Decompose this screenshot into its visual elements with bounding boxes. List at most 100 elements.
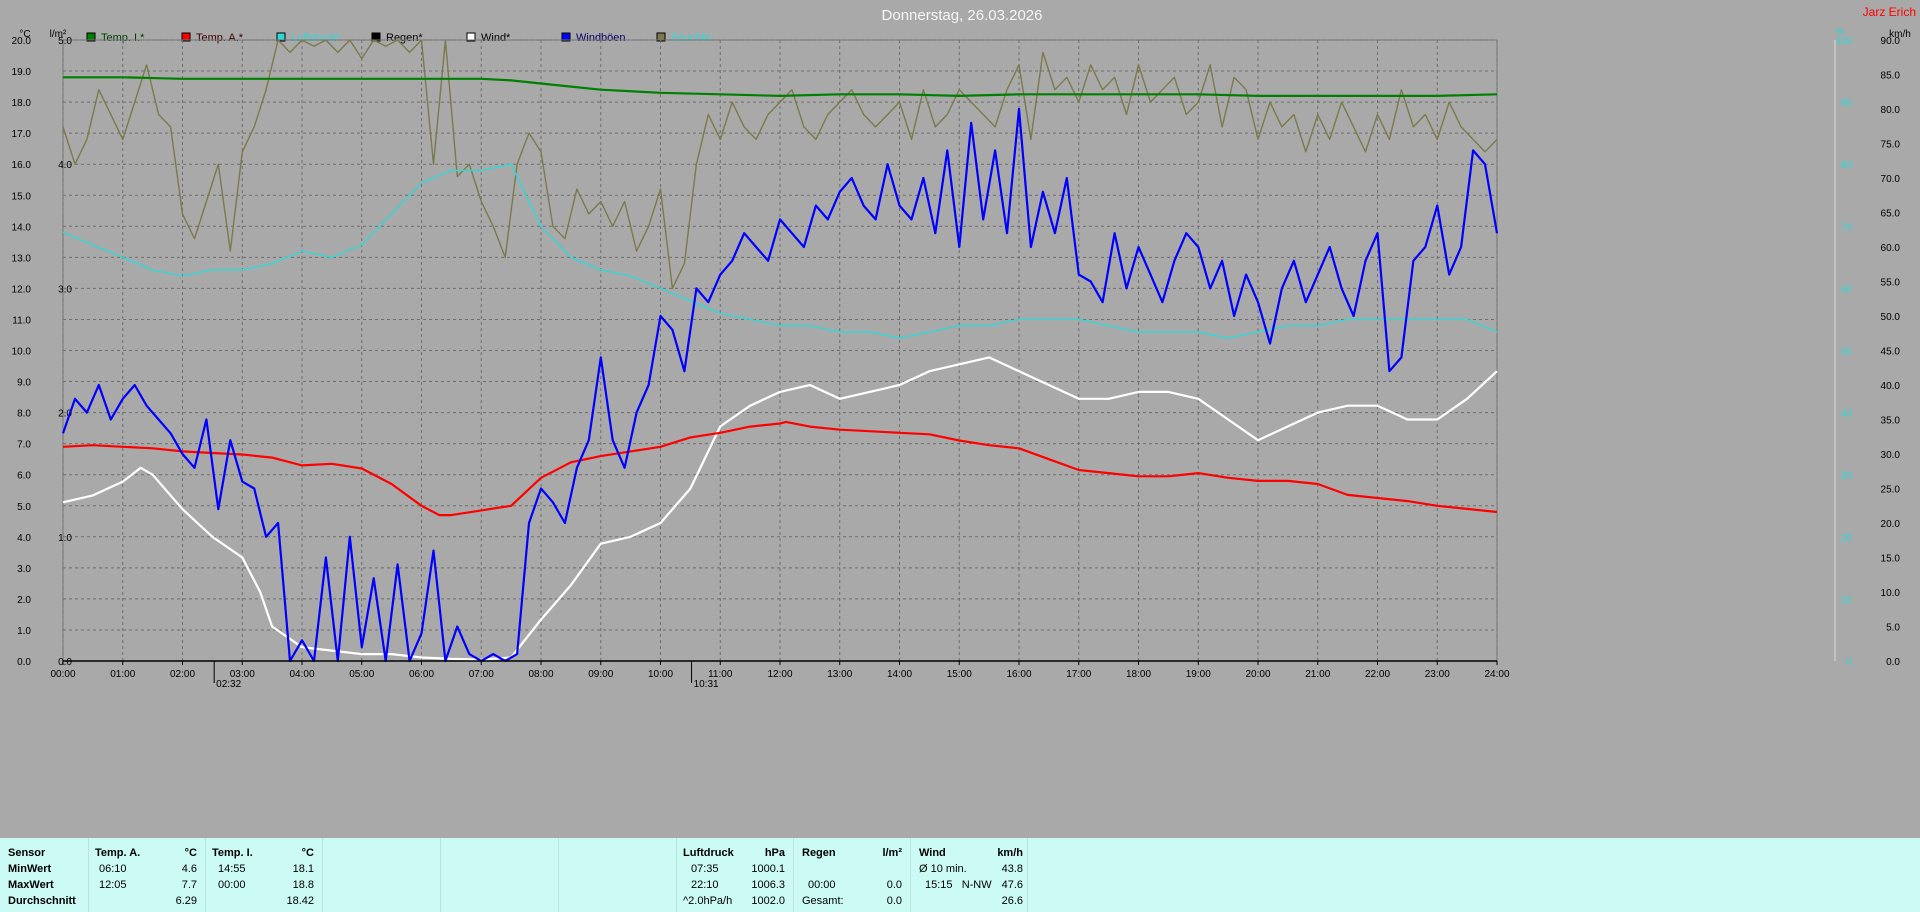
x-tick-label: 12:00 xyxy=(767,669,792,680)
summary-regen-max-value: 0.0 xyxy=(886,879,902,891)
temp-tick-label: 20.0 xyxy=(12,36,32,47)
temp-tick-label: 14.0 xyxy=(12,222,32,233)
x-tick-label: 24:00 xyxy=(1484,669,1509,680)
time-marker-label: 10:31 xyxy=(694,679,719,690)
wind-tick-label: 60.0 xyxy=(1881,243,1901,254)
summary-header-luftdruck: Luftdruck xyxy=(683,847,734,859)
summary-col-wind: Wind km/h Ø 10 min. 43.8 15:15 N-NW 47.6 26… xyxy=(911,838,1028,912)
summary-unit-luftdruck: hPa xyxy=(764,847,785,859)
summary-table: Sensor MinWert MaxWert Durchschnitt Temp… xyxy=(0,838,1920,912)
temp-tick-label: 18.0 xyxy=(12,98,32,109)
author-label: Jarz Erich xyxy=(1863,5,1916,19)
temp-tick-label: 11.0 xyxy=(12,315,31,326)
summary-luftdruck-avg-value: 1002.0 xyxy=(751,895,785,907)
percent-tick-label: 100 xyxy=(1835,36,1852,47)
rain-tick-label: 4.0 xyxy=(58,160,72,171)
x-tick-label: 23:00 xyxy=(1425,669,1450,680)
summary-temp-i-avg-value: 18.42 xyxy=(286,895,314,907)
x-tick-label: 22:00 xyxy=(1365,669,1390,680)
x-tick-label: 10:00 xyxy=(648,669,673,680)
summary-regen-total-value: 0.0 xyxy=(886,895,902,907)
percent-tick-label: 40 xyxy=(1841,409,1853,420)
percent-tick-label: 70 xyxy=(1841,222,1853,233)
summary-header-temp-i: Temp. I. xyxy=(212,847,253,859)
x-tick-label: 07:00 xyxy=(469,669,494,680)
x-tick-label: 01:00 xyxy=(110,669,135,680)
x-tick-label: 20:00 xyxy=(1245,669,1270,680)
summary-temp-a-min-value: 4.6 xyxy=(181,863,197,875)
summary-unit-temp-a: °C xyxy=(184,847,197,859)
summary-unit-wind: km/h xyxy=(997,847,1023,859)
wind-tick-label: 0.0 xyxy=(1886,657,1900,668)
temp-tick-label: 12.0 xyxy=(12,284,32,295)
wind-tick-label: 20.0 xyxy=(1881,519,1901,530)
wind-tick-label: 75.0 xyxy=(1881,140,1901,151)
summary-label-avg: Durchschnitt xyxy=(8,895,76,907)
x-tick-label: 18:00 xyxy=(1126,669,1151,680)
temp-tick-label: 6.0 xyxy=(17,471,31,482)
legend-label: Regen* xyxy=(386,32,423,44)
legend-label: Luftdruck* xyxy=(291,32,341,44)
summary-header-temp-a: Temp. A. xyxy=(95,847,141,859)
wind-tick-label: 5.0 xyxy=(1886,623,1900,634)
temp-tick-label: 16.0 xyxy=(12,160,32,171)
temp-tick-label: 5.0 xyxy=(17,502,31,513)
summary-wind-avg-value: 26.6 xyxy=(1001,895,1023,907)
legend-label: Temp. A.* xyxy=(196,32,244,44)
x-tick-label: 14:00 xyxy=(887,669,912,680)
temp-tick-label: 1.0 xyxy=(17,626,31,637)
temp-tick-label: 0.0 xyxy=(17,657,31,668)
summary-col-empty-3 xyxy=(559,838,677,912)
wind-tick-label: 45.0 xyxy=(1881,347,1901,358)
summary-temp-a-min-time: 06:10 xyxy=(99,863,127,875)
time-marker-label: 02:32 xyxy=(216,679,241,690)
summary-wind-max-time: 15:15 N-NW xyxy=(925,879,992,891)
wind-tick-label: 35.0 xyxy=(1881,416,1901,427)
summary-luftdruck-max-time: 22:10 xyxy=(691,879,719,891)
percent-tick-label: 50 xyxy=(1841,347,1853,358)
summary-col-empty-1 xyxy=(323,838,441,912)
x-tick-label: 00:00 xyxy=(50,669,75,680)
rain-tick-label: 0.0 xyxy=(58,657,72,668)
summary-temp-i-min-time: 14:55 xyxy=(218,863,246,875)
percent-tick-label: 80 xyxy=(1841,160,1853,171)
legend-label: Feuchte xyxy=(671,32,711,44)
x-tick-label: 09:00 xyxy=(588,669,613,680)
summary-header-wind: Wind xyxy=(919,847,946,859)
rain-tick-label: 3.0 xyxy=(58,284,72,295)
summary-col-empty-2 xyxy=(441,838,559,912)
summary-col-sensor: Sensor MinWert MaxWert Durchschnitt xyxy=(0,838,89,912)
temp-tick-label: 2.0 xyxy=(17,595,31,606)
x-tick-label: 21:00 xyxy=(1305,669,1330,680)
temp-tick-label: 3.0 xyxy=(17,564,31,575)
summary-col-luftdruck: Luftdruck hPa 07:35 1000.1 22:10 1006.3 ^2.… xyxy=(677,838,794,912)
x-tick-label: 06:00 xyxy=(409,669,434,680)
percent-tick-label: 0 xyxy=(1846,657,1852,668)
wind-tick-label: 65.0 xyxy=(1881,209,1901,220)
summary-regen-max-time: 00:00 xyxy=(808,879,836,891)
wind-tick-label: 25.0 xyxy=(1881,485,1901,496)
summary-regen-total-label: Gesamt: xyxy=(802,895,844,907)
percent-tick-label: 90 xyxy=(1841,98,1853,109)
temp-tick-label: 15.0 xyxy=(12,191,32,202)
summary-temp-a-max-time: 12:05 xyxy=(99,879,127,891)
summary-col-temp-i: Temp. I. °C 14:55 18.1 00:00 18.8 18.42 xyxy=(206,838,323,912)
chart-background xyxy=(0,0,1920,838)
summary-wind-avg10-label: Ø 10 min. xyxy=(919,863,967,875)
temp-tick-label: 7.0 xyxy=(17,440,31,451)
temp-tick-label: 17.0 xyxy=(12,129,32,140)
x-tick-label: 04:00 xyxy=(289,669,314,680)
wind-tick-label: 85.0 xyxy=(1881,71,1901,82)
wind-tick-label: 70.0 xyxy=(1881,174,1901,185)
summary-temp-i-min-value: 18.1 xyxy=(292,863,314,875)
summary-header-regen: Regen xyxy=(802,847,836,859)
percent-tick-label: 30 xyxy=(1841,471,1853,482)
summary-wind-avg10-value: 43.8 xyxy=(1001,863,1023,875)
percent-tick-label: 60 xyxy=(1841,284,1853,295)
chart-title: Donnerstag, 26.03.2026 xyxy=(882,7,1043,24)
legend-label: Wind* xyxy=(481,32,511,44)
summary-temp-a-max-value: 7.7 xyxy=(181,879,197,891)
wind-tick-label: 55.0 xyxy=(1881,278,1901,289)
summary-luftdruck-min-value: 1000.1 xyxy=(751,863,785,875)
wind-tick-label: 10.0 xyxy=(1881,588,1901,599)
